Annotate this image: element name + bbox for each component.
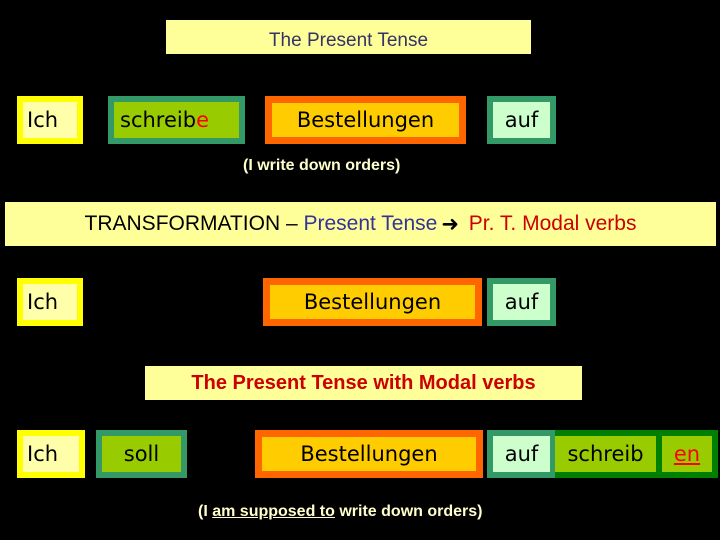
row1-subject-box: Ich bbox=[17, 96, 83, 144]
row3-translation: (I am supposed to write down orders) bbox=[198, 503, 482, 521]
row3-modal: soll bbox=[123, 442, 160, 466]
modal-verbs-banner-text: The Present Tense with Modal verbs bbox=[191, 371, 536, 394]
row2-particle-box: auf bbox=[487, 278, 556, 326]
row1-translation: (I write down orders) bbox=[243, 157, 400, 175]
row1-particle-box: auf bbox=[487, 96, 556, 144]
row2-subject: Ich bbox=[27, 290, 59, 314]
row3-infinitive-ending-box: en bbox=[656, 430, 718, 478]
transformation-label: TRANSFORMATION – bbox=[84, 212, 304, 235]
row3-infinitive-ending: en bbox=[673, 442, 701, 466]
transformation-modal-verbs: Pr. T. Modal verbs bbox=[462, 212, 637, 235]
right-arrow-icon: ➜ bbox=[441, 212, 459, 236]
row2-subject-box: Ich bbox=[17, 278, 83, 326]
row1-object-box: Bestellungen bbox=[265, 96, 466, 144]
transformation-present-tense: Present Tense bbox=[303, 212, 438, 235]
title-text: The Present Tense bbox=[268, 30, 429, 51]
row2-object: Bestellungen bbox=[303, 290, 442, 314]
row3-particle: auf bbox=[504, 442, 539, 466]
row2-object-box: Bestellungen bbox=[263, 278, 482, 326]
row3-subject: Ich bbox=[27, 442, 59, 466]
row3-subject-box: Ich bbox=[17, 430, 85, 478]
row3-translation-rest: write down orders) bbox=[334, 503, 483, 520]
row1-object: Bestellungen bbox=[296, 108, 435, 132]
transformation-banner: TRANSFORMATION – Present Tense ➜ Pr. T. … bbox=[5, 202, 716, 246]
row3-object-box: Bestellungen bbox=[255, 430, 483, 478]
row1-verb-box: schreib e bbox=[108, 96, 245, 144]
row3-infinitive-stem: schreib bbox=[567, 442, 644, 466]
modal-verbs-banner: The Present Tense with Modal verbs bbox=[145, 366, 582, 400]
row3-particle-box: auf bbox=[487, 430, 556, 478]
row1-verb-stem: schreib bbox=[120, 108, 197, 132]
row3-translation-open: (I bbox=[198, 503, 213, 520]
row3-infinitive-stem-box: schreib bbox=[555, 430, 662, 478]
row1-subject: Ich bbox=[27, 108, 59, 132]
row3-object: Bestellungen bbox=[300, 442, 438, 466]
row1-verb-ending: e bbox=[196, 108, 209, 132]
row3-modal-box: soll bbox=[96, 430, 187, 478]
title-banner: The Present Tense bbox=[166, 20, 531, 54]
row1-translation-text: (I write down orders) bbox=[243, 157, 401, 174]
row3-translation-underlined: am supposed to bbox=[212, 503, 335, 520]
row2-particle: auf bbox=[504, 290, 539, 314]
row1-particle: auf bbox=[504, 108, 539, 132]
